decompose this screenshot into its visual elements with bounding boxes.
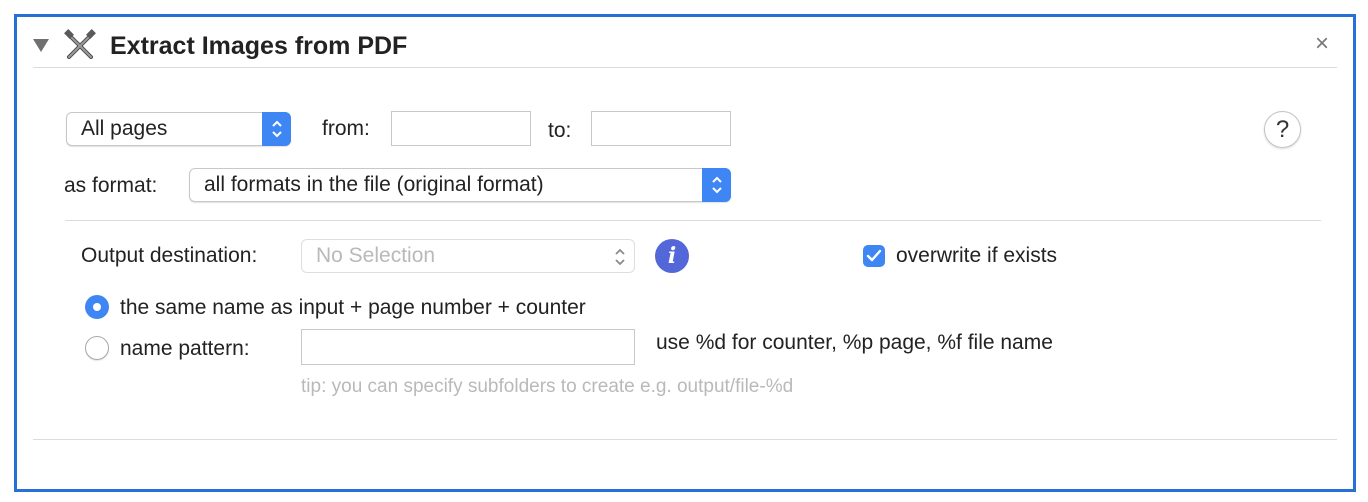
from-label: from: (322, 117, 370, 140)
info-icon[interactable]: i (655, 239, 689, 273)
subfolder-tip: tip: you can specify subfolders to creat… (301, 376, 794, 397)
format-label: as format: (64, 174, 158, 197)
chevron-updown-icon (615, 248, 625, 266)
page-range-popup[interactable]: All pages (66, 112, 291, 146)
name-pattern-field[interactable] (301, 329, 635, 365)
page-range-value: All pages (81, 117, 168, 140)
name-pattern-radio[interactable] (85, 336, 109, 360)
format-popup[interactable]: all formats in the file (original format… (189, 168, 731, 202)
footer-divider (33, 439, 1337, 440)
section-divider (65, 220, 1321, 221)
to-field[interactable] (591, 111, 731, 146)
help-button[interactable]: ? (1264, 111, 1301, 148)
disclosure-triangle-icon[interactable] (33, 39, 49, 52)
output-destination-popup[interactable]: No Selection (301, 239, 635, 273)
radio-dot (93, 303, 101, 311)
same-name-radio[interactable] (85, 295, 109, 319)
output-destination-label: Output destination: (81, 244, 258, 267)
chevron-updown-icon (262, 112, 291, 146)
close-icon[interactable]: × (1315, 31, 1329, 57)
to-label: to: (548, 119, 572, 142)
from-field[interactable] (391, 111, 531, 146)
same-name-label[interactable]: the same name as input + page number + c… (120, 296, 586, 320)
pattern-hint: use %d for counter, %p page, %f file nam… (656, 331, 1053, 354)
output-destination-placeholder: No Selection (316, 244, 436, 267)
format-value: all formats in the file (original format… (204, 173, 544, 196)
tools-icon (64, 29, 96, 59)
chevron-updown-icon (702, 168, 731, 202)
overwrite-checkbox[interactable] (863, 245, 885, 267)
checkmark-icon (866, 249, 882, 262)
name-pattern-label[interactable]: name pattern: (120, 337, 250, 361)
header-divider (33, 67, 1337, 68)
overwrite-label[interactable]: overwrite if exists (896, 244, 1057, 268)
action-panel: Extract Images from PDF × All pages from… (14, 14, 1356, 492)
panel-title: Extract Images from PDF (110, 32, 408, 60)
